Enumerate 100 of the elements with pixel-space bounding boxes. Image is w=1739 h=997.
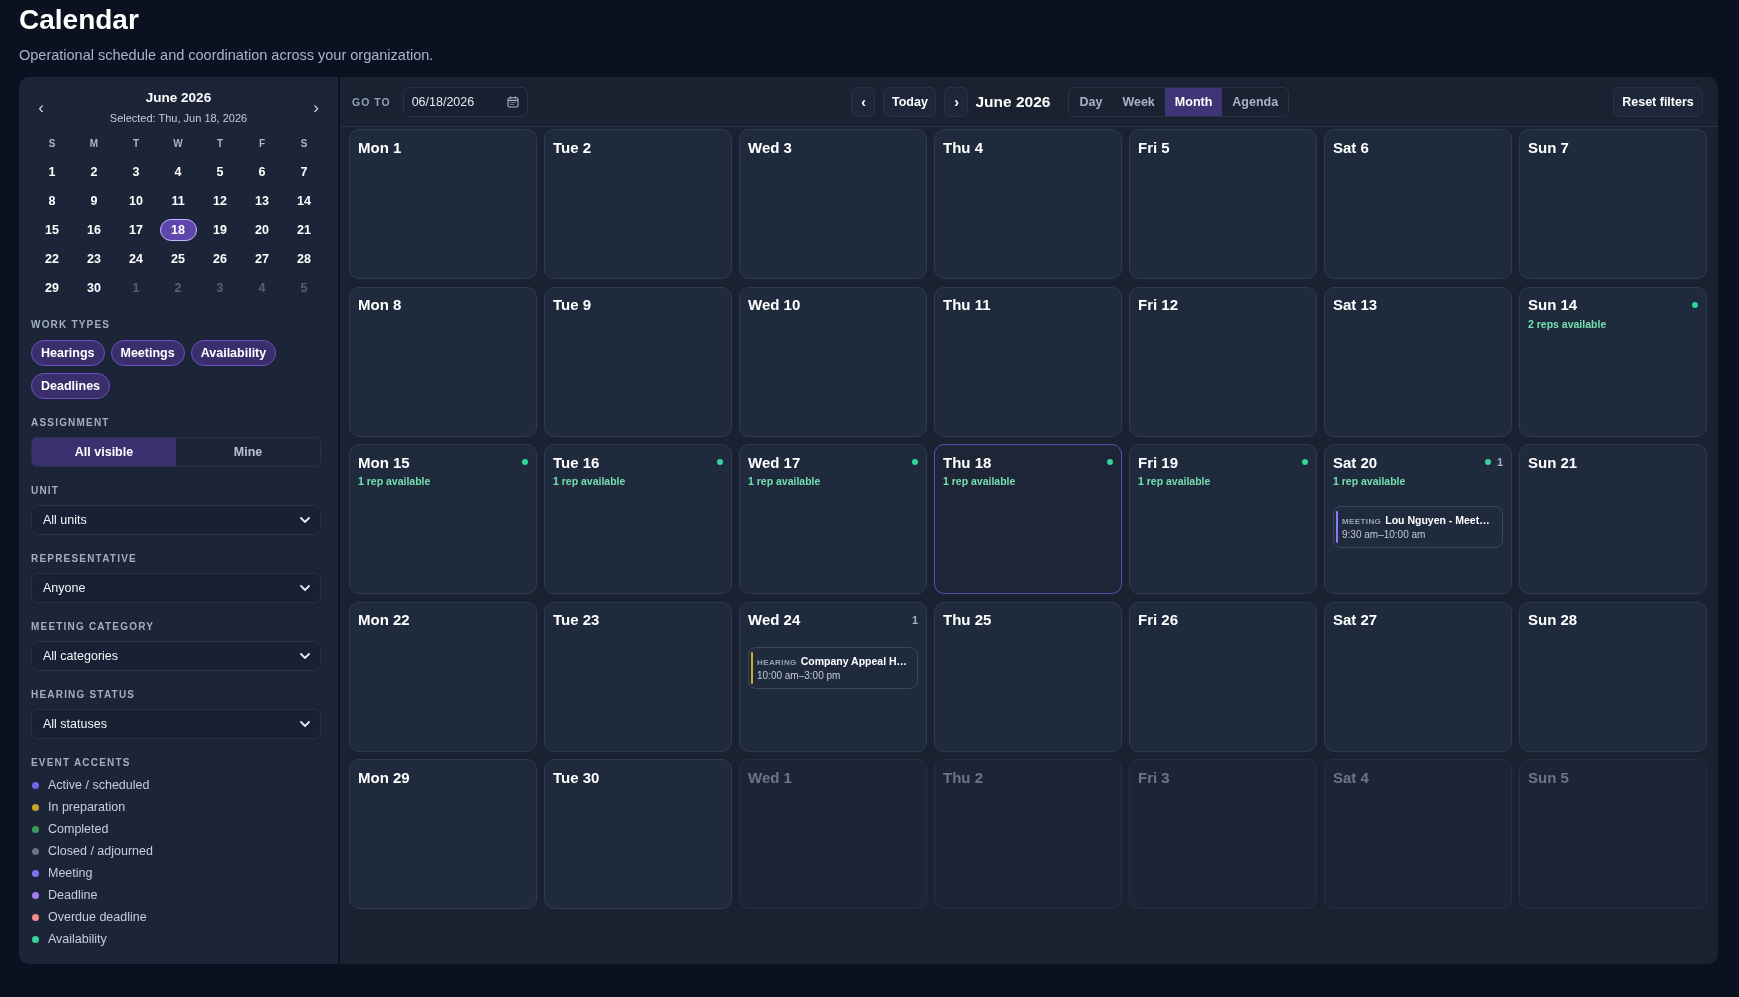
calendar-day[interactable]: 20 (243, 218, 281, 241)
filter-dropdown[interactable]: All statuses (31, 709, 321, 739)
view-tab[interactable]: Month (1164, 87, 1223, 116)
calendar-day[interactable]: 24 (117, 247, 155, 270)
calendar-day[interactable]: 11 (159, 189, 197, 212)
day-cell[interactable]: Wed 24 1 HEARING Company Appeal H… 10:00 am–3:00 pm (739, 601, 927, 752)
day-label: Wed 3 (748, 138, 792, 156)
calendar-day[interactable]: 14 (285, 189, 323, 212)
calendar-day[interactable]: 18 (159, 218, 197, 241)
day-cell[interactable]: Wed 10 (739, 286, 927, 437)
calendar-day[interactable]: 10 (117, 189, 155, 212)
day-cell[interactable]: Mon 1 (349, 129, 537, 279)
view-tab[interactable]: Day (1069, 87, 1113, 116)
day-cell[interactable]: Tue 16 1 rep available (544, 444, 732, 594)
calendar-day[interactable]: 2 (75, 160, 113, 183)
day-cell[interactable]: Sun 14 2 reps available (1519, 286, 1707, 437)
day-cell[interactable]: Sat 13 (1324, 286, 1512, 437)
filter-label: MEETING CATEGORY (31, 620, 155, 634)
calendar-day[interactable]: 28 (285, 247, 323, 270)
assignment-option[interactable]: Mine (176, 438, 320, 466)
work-type-chip[interactable]: Meetings (110, 340, 185, 366)
calendar-day[interactable]: 27 (243, 247, 281, 270)
prev-month-button[interactable]: ‹ (31, 98, 51, 117)
day-cell[interactable]: Sat 6 (1324, 129, 1512, 279)
day-label: Mon 22 (358, 611, 410, 628)
day-cell[interactable]: Tue 9 (544, 286, 732, 437)
work-type-chip[interactable]: Hearings (31, 340, 105, 366)
today-button[interactable]: Today (883, 86, 937, 117)
day-cell[interactable]: Tue 30 (544, 759, 732, 909)
event-card[interactable]: HEARING Company Appeal H… 10:00 am–3:00 pm (748, 646, 918, 689)
day-cell[interactable]: Sun 7 (1519, 129, 1707, 279)
day-label: Tue 9 (553, 296, 592, 313)
date-field[interactable]: 06/18/2026 (402, 86, 528, 117)
event-type-label: HEARING (757, 657, 797, 667)
next-month-button[interactable]: › (306, 98, 326, 117)
calendar-day[interactable]: 26 (201, 247, 239, 270)
day-cell[interactable]: Fri 12 (1129, 286, 1317, 437)
day-cell[interactable]: Mon 29 (349, 759, 537, 909)
chevron-down-icon (300, 653, 310, 659)
next-period-button[interactable]: › (944, 86, 969, 117)
day-cell[interactable]: Fri 5 (1129, 129, 1317, 279)
day-cell[interactable]: Tue 23 (544, 601, 732, 752)
day-cell[interactable]: Sun 21 (1519, 444, 1707, 594)
calendar-day[interactable]: 29 (33, 276, 71, 299)
calendar-day[interactable]: 19 (201, 218, 239, 241)
calendar-day[interactable]: 8 (33, 189, 71, 212)
day-cell[interactable]: Mon 22 (349, 601, 537, 752)
day-label: Fri 26 (1138, 611, 1179, 628)
calendar-day[interactable]: 7 (285, 160, 323, 183)
day-label: Wed 1 (748, 768, 792, 786)
work-type-chip[interactable]: Deadlines (31, 373, 111, 399)
calendar-day[interactable]: 4 (159, 160, 197, 183)
event-card[interactable]: MEETING Lou Nguyen - Meet… 9:30 am–10:00 am (1333, 506, 1503, 548)
filter-label: UNIT (31, 484, 60, 498)
day-label: Thu 11 (943, 296, 991, 313)
filter-dropdown[interactable]: Anyone (31, 573, 321, 603)
view-tab[interactable]: Week (1112, 87, 1165, 116)
view-tab[interactable]: Agenda (1222, 87, 1289, 116)
filter-dropdown[interactable]: All categories (31, 641, 321, 671)
weekday-label: F (258, 137, 266, 151)
day-label: Sat 20 (1333, 453, 1378, 471)
assignment-option[interactable]: All visible (32, 438, 176, 466)
calendar-day[interactable]: 15 (33, 218, 71, 241)
calendar-day[interactable]: 23 (75, 247, 113, 270)
day-label: Wed 10 (748, 296, 801, 313)
calendar-day[interactable]: 1 (33, 160, 71, 183)
day-cell[interactable]: Wed 17 1 rep available (739, 444, 927, 594)
legend-label: Availability (48, 932, 107, 946)
prev-period-button[interactable]: ‹ (851, 86, 876, 117)
day-cell[interactable]: Sun 28 (1519, 601, 1707, 752)
day-cell[interactable]: Thu 25 (934, 601, 1122, 752)
day-cell[interactable]: Sat 20 1 1 rep available MEETING Lou Nguyen - Meet… 9:30 am–10:00 am (1324, 444, 1512, 594)
day-cell[interactable]: Wed 3 (739, 129, 927, 279)
calendar-day[interactable]: 30 (75, 276, 113, 299)
calendar-day[interactable]: 25 (159, 247, 197, 270)
calendar-day[interactable]: 9 (75, 189, 113, 212)
section-label: ASSIGNMENT (31, 416, 110, 430)
work-type-chip[interactable]: Availability (190, 340, 277, 366)
day-cell[interactable]: Tue 2 (544, 129, 732, 279)
calendar-day[interactable]: 17 (117, 218, 155, 241)
calendar-day[interactable]: 21 (285, 218, 323, 241)
calendar-day[interactable]: 12 (201, 189, 239, 212)
reset-filters-button[interactable]: Reset filters (1613, 86, 1703, 117)
day-cell[interactable]: Thu 4 (934, 129, 1122, 279)
day-cell[interactable]: Sat 27 (1324, 601, 1512, 752)
calendar-day[interactable]: 16 (75, 218, 113, 241)
day-cell[interactable]: Mon 15 1 rep available (349, 444, 537, 594)
day-label: Sat 27 (1333, 611, 1378, 628)
calendar-day[interactable]: 3 (117, 160, 155, 183)
day-cell[interactable]: Fri 19 1 rep available (1129, 444, 1317, 594)
day-cell[interactable]: Thu 11 (934, 286, 1122, 437)
calendar-day[interactable]: 6 (243, 160, 281, 183)
availability-note: 1 rep available (1138, 474, 1212, 488)
calendar-day[interactable]: 13 (243, 189, 281, 212)
day-cell[interactable]: Thu 18 1 rep available (934, 444, 1122, 594)
day-cell[interactable]: Mon 8 (349, 286, 537, 437)
day-cell[interactable]: Fri 26 (1129, 601, 1317, 752)
filter-dropdown[interactable]: All units (31, 505, 321, 535)
calendar-day[interactable]: 22 (33, 247, 71, 270)
calendar-day[interactable]: 5 (201, 160, 239, 183)
